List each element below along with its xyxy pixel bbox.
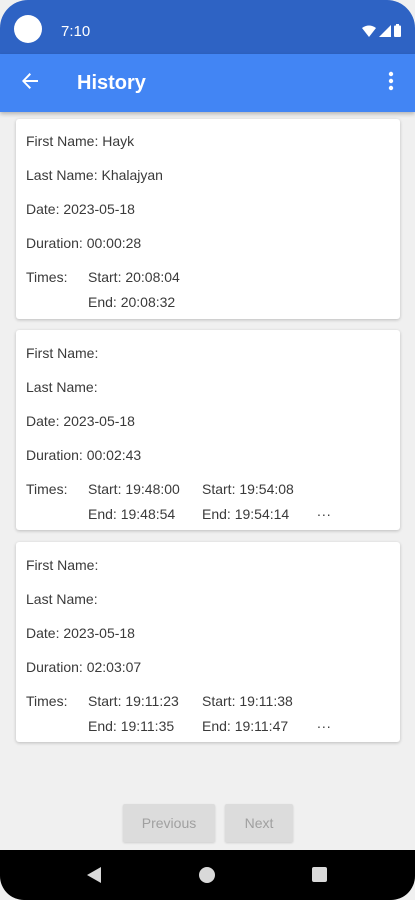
end-time: End: 20:08:32: [88, 294, 176, 310]
overflow-menu-button[interactable]: [375, 63, 407, 103]
start-time: Start: 19:11:38: [202, 693, 293, 709]
status-time: 7:10: [61, 23, 91, 40]
arrow-back-icon: [21, 72, 39, 95]
end-time: End: 19:54:14: [202, 506, 290, 522]
status-bar: 7:10: [0, 0, 415, 54]
history-card[interactable]: First Name: Last Name: Date: 2023-05-18 …: [16, 330, 400, 530]
end-time: End: 19:11:35: [88, 718, 175, 734]
time-entry: Start: 19:54:08 End: 19:54:14: [202, 480, 294, 530]
date-text: Date: 2023-05-18: [26, 413, 135, 429]
last-name-text: Last Name: Khalajyan: [26, 167, 163, 183]
time-entry: Start: 19:11:38 End: 19:11:47: [202, 692, 293, 742]
duration-text: Duration: 00:00:28: [26, 235, 142, 251]
phone-screen: 7:10 History First Name: Hayk Last Name:…: [0, 0, 415, 900]
history-card[interactable]: First Name: Hayk Last Name: Khalajyan Da…: [16, 119, 400, 319]
last-name-text: Last Name:: [26, 379, 98, 395]
times-label: Times:: [26, 269, 68, 285]
more-vert-icon: [388, 71, 394, 96]
date-text: Date: 2023-05-18: [26, 625, 135, 641]
battery-icon: [394, 24, 401, 42]
time-entry: Start: 19:11:23 End: 19:11:35: [88, 692, 179, 742]
date-text: Date: 2023-05-18: [26, 201, 135, 217]
nav-recents-icon[interactable]: [312, 867, 327, 882]
previous-button[interactable]: Previous: [123, 804, 215, 842]
time-entry: Start: 20:08:04 End: 20:08:32: [88, 268, 180, 318]
nav-back-icon[interactable]: [87, 867, 101, 883]
start-time: Start: 19:48:00: [88, 481, 180, 497]
history-card[interactable]: First Name: Last Name: Date: 2023-05-18 …: [16, 542, 400, 742]
start-time: Start: 19:11:23: [88, 693, 179, 709]
end-time: End: 19:11:47: [202, 718, 289, 734]
times-label: Times:: [26, 481, 68, 497]
start-time: Start: 20:08:04: [88, 269, 180, 285]
first-name-text: First Name: Hayk: [26, 133, 135, 149]
start-time: Start: 19:54:08: [202, 481, 294, 497]
app-bar: History: [0, 54, 415, 112]
more-times-indicator: ...: [317, 503, 332, 519]
next-button[interactable]: Next: [225, 804, 293, 842]
first-name-text: First Name:: [26, 557, 99, 573]
first-name-text: First Name:: [26, 345, 99, 361]
times-label: Times:: [26, 693, 68, 709]
camera-cutout: [14, 15, 42, 43]
time-entry: Start: 19:48:00 End: 19:48:54: [88, 480, 180, 530]
signal-icon: [379, 24, 391, 42]
duration-text: Duration: 00:02:43: [26, 447, 142, 463]
page-title: History: [77, 72, 146, 94]
end-time: End: 19:48:54: [88, 506, 176, 522]
duration-text: Duration: 02:03:07: [26, 659, 142, 675]
back-button[interactable]: [10, 63, 50, 103]
system-nav-bar: [0, 850, 415, 900]
last-name-text: Last Name:: [26, 591, 98, 607]
wifi-icon: [362, 24, 376, 42]
nav-home-icon[interactable]: [199, 867, 215, 883]
more-times-indicator: ...: [317, 715, 332, 731]
history-list[interactable]: First Name: Hayk Last Name: Khalajyan Da…: [0, 112, 415, 792]
status-icons: [362, 24, 401, 42]
